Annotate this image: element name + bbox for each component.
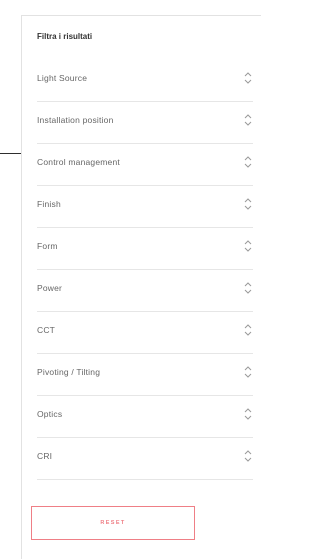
up-down-chevron-icon — [244, 450, 252, 462]
up-down-chevron-icon — [244, 408, 252, 420]
filter-power[interactable]: Power — [37, 270, 253, 312]
filter-finish[interactable]: Finish — [37, 186, 253, 228]
filter-light-source[interactable]: Light Source — [37, 60, 253, 102]
filter-title: Filtra i risultati — [37, 32, 93, 41]
filter-label: Power — [37, 283, 63, 293]
filter-label: Pivoting / Tilting — [37, 367, 101, 377]
filter-installation-position[interactable]: Installation position — [37, 102, 253, 144]
up-down-chevron-icon — [244, 156, 252, 168]
up-down-chevron-icon — [244, 366, 252, 378]
up-down-chevron-icon — [244, 240, 252, 252]
filter-list: Light Source Installation position Contr… — [37, 60, 253, 480]
filter-control-management[interactable]: Control management — [37, 144, 253, 186]
filter-label: Control management — [37, 157, 120, 167]
up-down-chevron-icon — [244, 324, 252, 336]
filter-label: Optics — [37, 409, 63, 419]
filter-pivoting-tilting[interactable]: Pivoting / Tilting — [37, 354, 253, 396]
filter-form[interactable]: Form — [37, 228, 253, 270]
reset-label: RESET — [100, 520, 126, 526]
filter-cct[interactable]: CCT — [37, 312, 253, 354]
filter-label: CCT — [37, 325, 56, 335]
filter-panel: Filtra i risultati Light Source Installa… — [21, 15, 261, 559]
filter-optics[interactable]: Optics — [37, 396, 253, 438]
filter-label: Installation position — [37, 115, 114, 125]
up-down-chevron-icon — [244, 282, 252, 294]
up-down-chevron-icon — [244, 114, 252, 126]
filter-label: Light Source — [37, 73, 88, 83]
reset-button[interactable]: RESET — [31, 506, 195, 540]
filter-label: Form — [37, 241, 58, 251]
up-down-chevron-icon — [244, 72, 252, 84]
filter-label: Finish — [37, 199, 61, 209]
up-down-chevron-icon — [244, 198, 252, 210]
filter-cri[interactable]: CRI — [37, 438, 253, 480]
filter-label: CRI — [37, 451, 53, 461]
